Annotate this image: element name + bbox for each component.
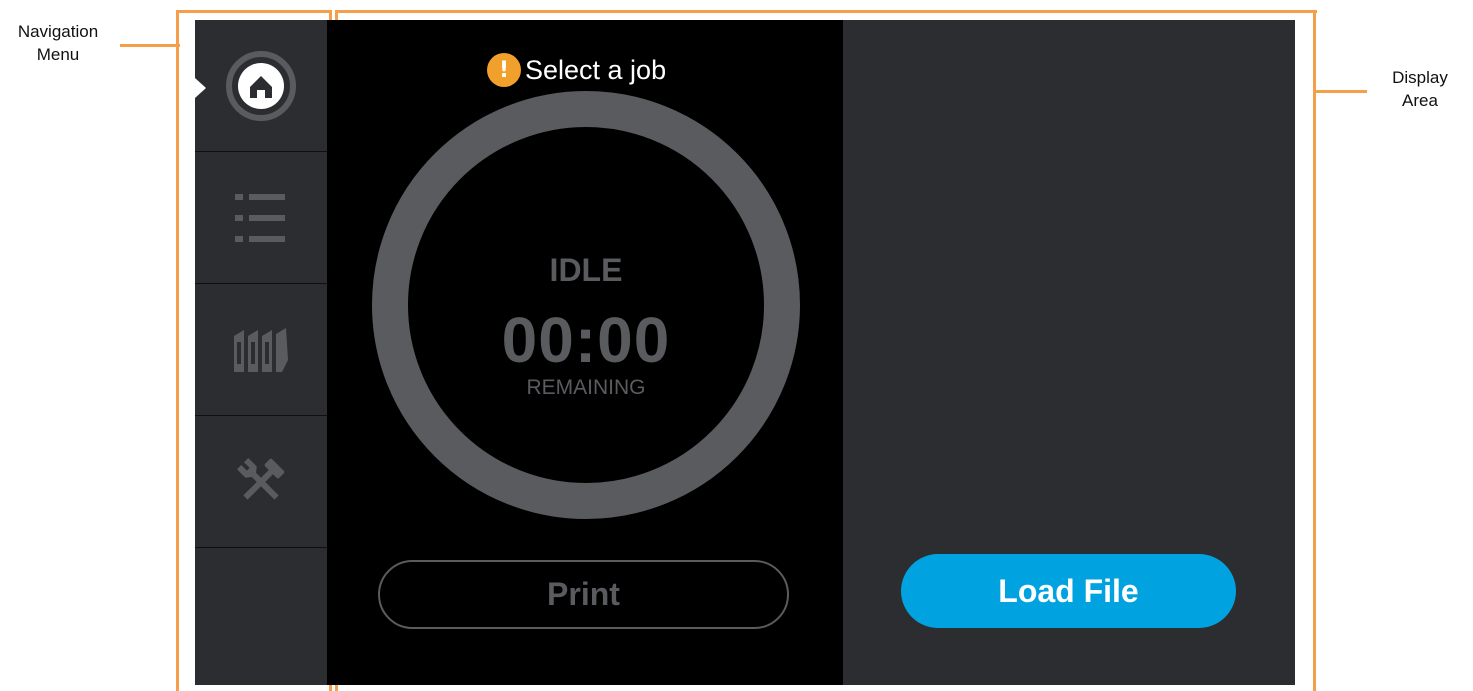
nav-item-materials[interactable] [195, 284, 327, 416]
print-button[interactable]: Print [378, 560, 789, 629]
navigation-bracket-left [176, 10, 179, 691]
list-icon [235, 193, 285, 242]
annotation-display-area: Display Area [1370, 66, 1470, 112]
annotation-navigation-menu-line1: Navigation [17, 22, 99, 41]
time-remaining: 00:00 [501, 304, 671, 376]
annotation-display-area-line1: Display [1392, 68, 1448, 87]
nav-item-home[interactable] [195, 20, 327, 152]
status-text: Select a job [525, 54, 667, 85]
annotation-display-leader [1315, 90, 1367, 93]
display-bracket-top [335, 10, 1317, 13]
load-file-button[interactable]: Load File [901, 554, 1236, 628]
navigation-bracket-top [176, 10, 331, 13]
annotation-navigation-leader [120, 44, 180, 47]
job-state: IDLE [549, 252, 623, 288]
remaining-label: REMAINING [526, 376, 646, 399]
tools-icon [236, 457, 285, 500]
warning-icon: ! [487, 53, 521, 87]
status-message: ! Select a job [487, 52, 666, 88]
annotation-navigation-menu-line2: Menu [36, 45, 80, 64]
device-screen: ! Select a job IDLE 00:00 REMAINING Prin… [195, 20, 1295, 685]
job-status-panel: ! Select a job IDLE 00:00 REMAINING Prin… [327, 20, 843, 685]
display-bracket-right [1313, 10, 1316, 691]
home-icon [226, 50, 296, 121]
file-panel: Load File [843, 20, 1295, 685]
material-bays-icon [234, 327, 288, 372]
nav-item-jobs-list[interactable] [195, 152, 327, 284]
annotation-display-area-line2: Area [1402, 91, 1438, 110]
navigation-menu [195, 20, 327, 685]
nav-item-tools[interactable] [195, 416, 327, 548]
annotation-navigation-menu: Navigation Menu [2, 20, 114, 66]
